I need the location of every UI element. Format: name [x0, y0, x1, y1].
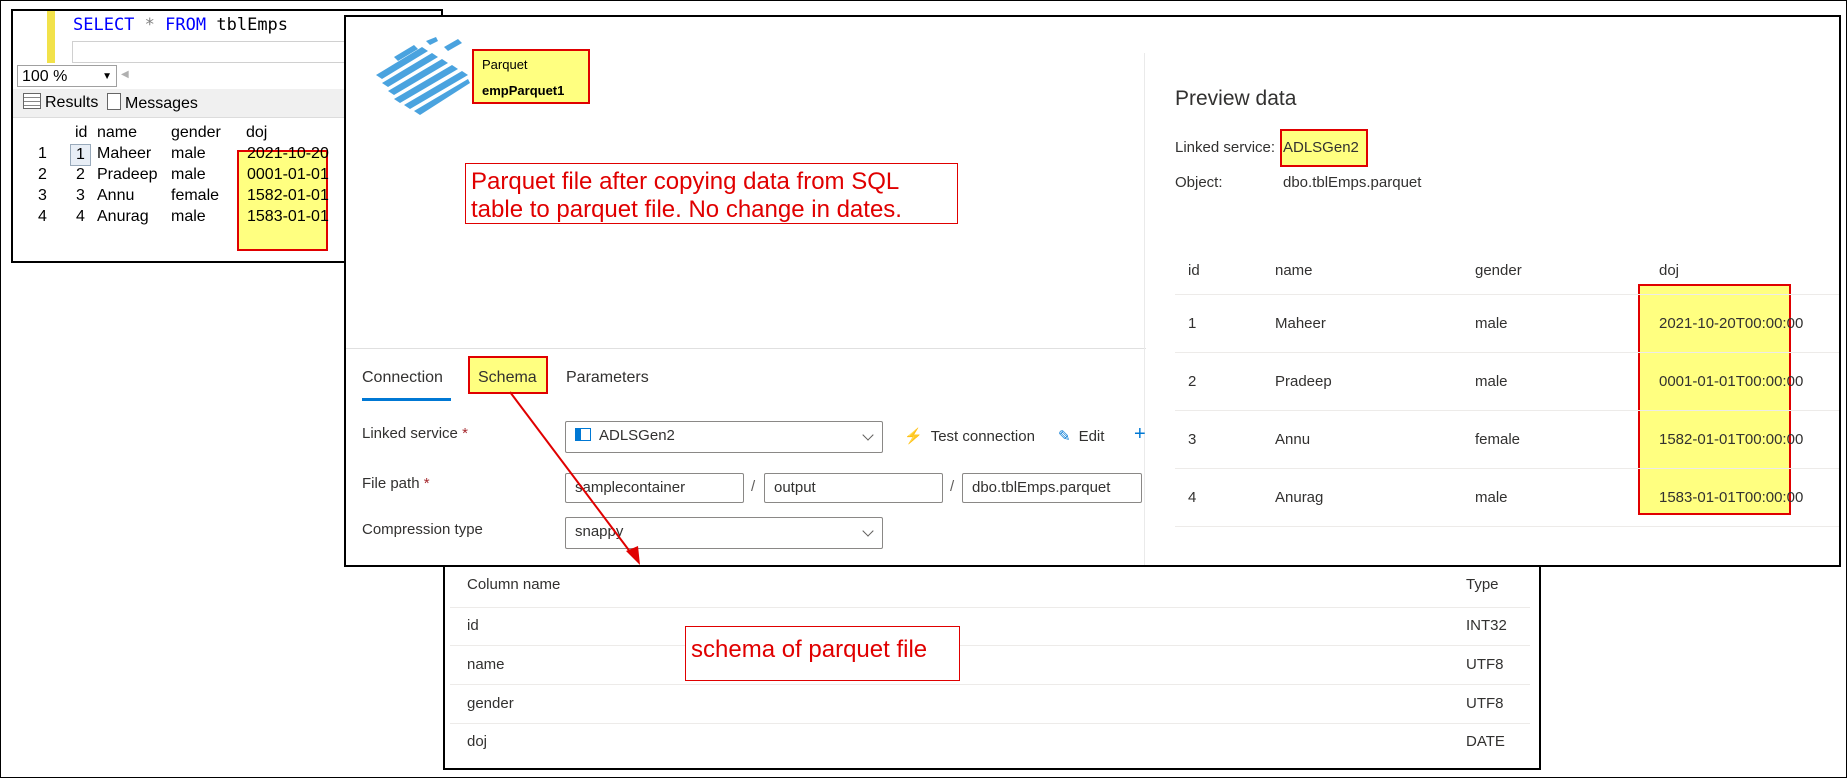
annotation-arrow: [509, 391, 640, 565]
